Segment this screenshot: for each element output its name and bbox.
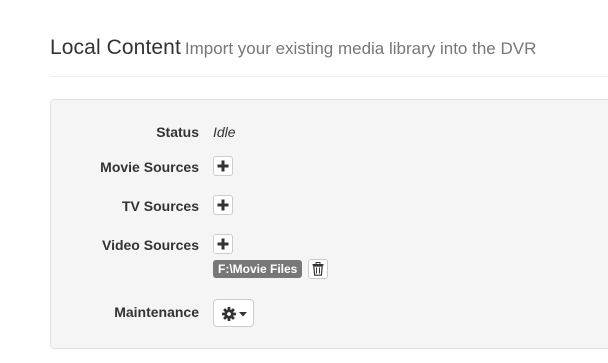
status-label: Status (156, 124, 199, 140)
plus-icon (217, 238, 229, 250)
status-value: Idle (213, 124, 236, 140)
caret-down-icon (239, 312, 247, 317)
page-title: Local Content (50, 36, 181, 59)
movie-sources-label: Movie Sources (100, 159, 199, 175)
add-video-source-button[interactable] (213, 234, 233, 254)
remove-video-source-button[interactable] (308, 259, 329, 279)
status-row: Status Idle (51, 122, 608, 142)
trash-icon (312, 262, 324, 276)
maintenance-menu-button[interactable] (213, 299, 254, 327)
plus-icon (217, 199, 229, 211)
video-sources-label: Video Sources (101, 237, 199, 253)
maintenance-label: Maintenance (114, 304, 199, 320)
video-source-item: F:\Movie Files (213, 259, 329, 279)
plus-icon (217, 160, 229, 172)
gear-icon (222, 307, 236, 321)
add-movie-source-button[interactable] (213, 156, 233, 176)
video-source-path: F:\Movie Files (213, 260, 303, 278)
page-subtitle: Import your existing media library into … (184, 39, 537, 58)
tv-sources-row: TV Sources (51, 195, 608, 217)
movie-sources-row: Movie Sources (51, 156, 608, 178)
local-content-panel: Status Idle Movie Sources TV Sources Vid… (50, 99, 608, 349)
page-header: Local Content Import your existing media … (50, 36, 608, 77)
video-sources-row: Video Sources F:\Movie Files (51, 234, 608, 282)
maintenance-row: Maintenance (51, 298, 608, 328)
add-tv-source-button[interactable] (213, 195, 233, 215)
tv-sources-label: TV Sources (121, 198, 199, 214)
